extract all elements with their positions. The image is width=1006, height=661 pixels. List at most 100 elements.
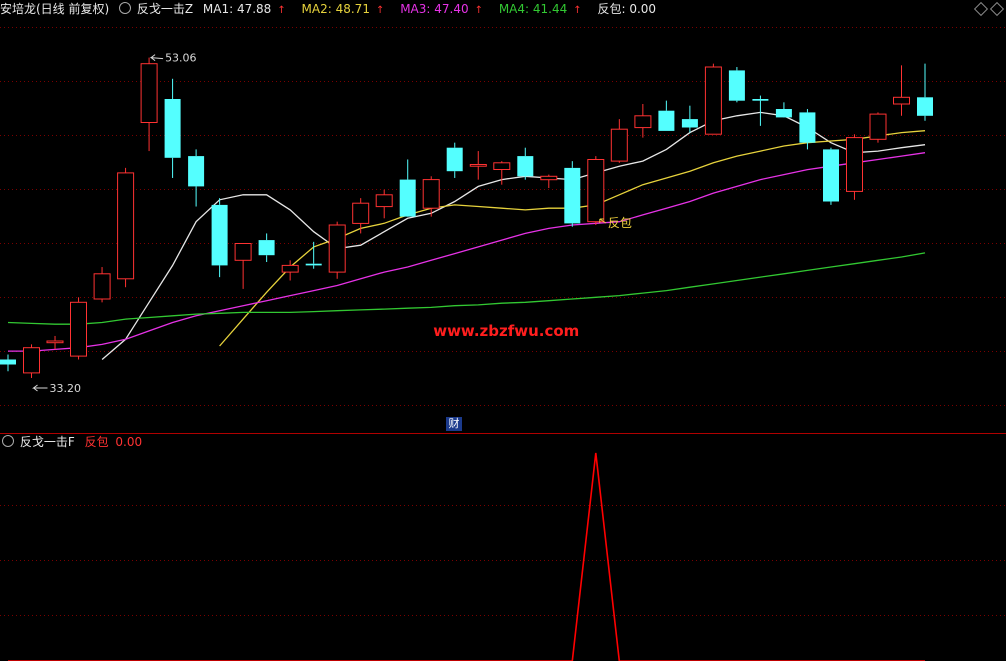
candle-body-31 xyxy=(728,70,745,101)
candle-2 xyxy=(46,335,64,350)
candle-31 xyxy=(728,67,745,103)
candle-body-38 xyxy=(893,96,910,105)
candle-32 xyxy=(752,95,769,126)
candle-28 xyxy=(658,100,675,131)
candle-body-37 xyxy=(869,113,887,140)
candle-body-4 xyxy=(93,273,111,300)
candle-30 xyxy=(704,63,722,135)
candle-body-27 xyxy=(634,115,652,129)
candle-33 xyxy=(775,102,792,118)
candle-6 xyxy=(140,57,158,152)
candle-38 xyxy=(893,65,910,116)
ma4-value: MA4: 41.44 xyxy=(498,2,568,16)
candle-3 xyxy=(70,297,87,360)
candle-body-22 xyxy=(517,156,534,177)
candle-16 xyxy=(375,189,393,219)
sub-fanbao-value: 0.00 xyxy=(115,435,143,449)
candle-35 xyxy=(823,147,839,205)
candle-body-15 xyxy=(352,202,370,224)
candle-body-25 xyxy=(587,159,605,223)
candle-22 xyxy=(517,147,534,180)
candle-body-5 xyxy=(117,172,135,280)
candle-0 xyxy=(0,354,16,372)
sub-indicator-name[interactable]: 反戈一击F xyxy=(20,435,75,449)
candle-body-36 xyxy=(846,137,863,192)
candle-23 xyxy=(540,174,558,189)
ma3-value: MA3: 47.40 xyxy=(400,2,469,16)
candle-body-28 xyxy=(658,110,675,131)
candle-body-7 xyxy=(164,99,181,158)
candle-20 xyxy=(469,151,487,180)
low-pointer-icon xyxy=(32,384,48,392)
candle-body-24 xyxy=(564,167,581,224)
sub-settings-icon[interactable] xyxy=(2,435,14,447)
candle-13 xyxy=(305,241,322,269)
candle-body-10 xyxy=(234,243,252,261)
ma1-value: MA1: 47.88 xyxy=(202,2,272,16)
candle-body-29 xyxy=(681,119,698,128)
indicator-name[interactable]: 反戈一击Z xyxy=(137,2,193,16)
candle-24 xyxy=(564,161,581,227)
candle-7 xyxy=(164,78,181,178)
candle-39 xyxy=(917,63,933,121)
candle-body-3 xyxy=(70,301,87,357)
candle-27 xyxy=(634,104,652,138)
candle-body-33 xyxy=(775,109,792,118)
candle-body-9 xyxy=(211,204,228,266)
candle-body-1 xyxy=(23,347,40,374)
candle-body-34 xyxy=(799,112,816,143)
candle-4 xyxy=(93,267,111,303)
candle-body-23 xyxy=(540,175,558,181)
ma4-up-arrow-icon: ↑ xyxy=(573,5,582,16)
candle-5 xyxy=(117,167,135,288)
candle-body-30 xyxy=(704,66,722,135)
sub-panel-lines xyxy=(8,452,925,661)
low-price-label: 33.20 xyxy=(50,382,81,395)
candle-body-11 xyxy=(258,240,275,256)
series-ma4 xyxy=(7,252,926,325)
candle-body-21 xyxy=(493,162,511,171)
candle-body-0 xyxy=(0,359,16,365)
ma1-up-arrow-icon: ↑ xyxy=(277,5,286,16)
candle-body-14 xyxy=(328,224,346,273)
candle-15 xyxy=(352,198,370,234)
candle-25 xyxy=(587,156,605,226)
sub-fanbao-name: 反包 xyxy=(84,435,109,449)
candle-body-26 xyxy=(610,128,628,162)
candle-body-19 xyxy=(446,147,463,172)
candle-9 xyxy=(211,198,228,278)
candle-body-17 xyxy=(399,179,416,217)
candle-body-2 xyxy=(46,340,64,344)
candle-36 xyxy=(846,134,863,200)
candle-body-32 xyxy=(752,99,769,101)
candle-body-20 xyxy=(469,164,487,167)
fanbao-signal-label: 反包 xyxy=(608,216,632,230)
candle-body-39 xyxy=(917,97,933,116)
candle-8 xyxy=(188,149,205,207)
candle-12 xyxy=(281,260,299,281)
watermark-text: www.zbzfwu.com xyxy=(433,322,579,340)
ma2-value: MA2: 48.71 xyxy=(301,2,370,16)
candle-14 xyxy=(328,221,346,279)
stock-title: 安培龙(日线 前复权) xyxy=(0,2,110,16)
candle-body-18 xyxy=(422,179,440,209)
ma3-up-arrow-icon: ↑ xyxy=(474,5,483,16)
candle-body-6 xyxy=(140,63,158,123)
high-price-label: 53.06 xyxy=(165,52,197,65)
candle-body-8 xyxy=(188,156,205,187)
fanbao-value: 反包: 0.00 xyxy=(597,2,657,16)
main-header: 安培龙(日线 前复权) 反戈一击Z MA1: 47.88 ↑ MA2: 48.71… xyxy=(0,0,662,18)
candle-26 xyxy=(610,119,628,163)
candle-1 xyxy=(23,344,40,378)
high-pointer-icon xyxy=(149,54,164,62)
indicator-settings-icon[interactable] xyxy=(119,2,132,14)
candle-11 xyxy=(258,233,275,262)
cai-badge[interactable]: 财 xyxy=(446,417,462,431)
candle-17 xyxy=(399,159,416,217)
sub-header: 反戈一击F 反包 0.00 xyxy=(0,433,148,451)
series-fanbao xyxy=(8,452,925,661)
candle-37 xyxy=(869,112,887,143)
candle-body-16 xyxy=(375,194,393,208)
candle-body-35 xyxy=(823,149,839,202)
chart-canvas: 53.06 33.20 反包 www.zbzfwu.com xyxy=(0,27,1006,661)
